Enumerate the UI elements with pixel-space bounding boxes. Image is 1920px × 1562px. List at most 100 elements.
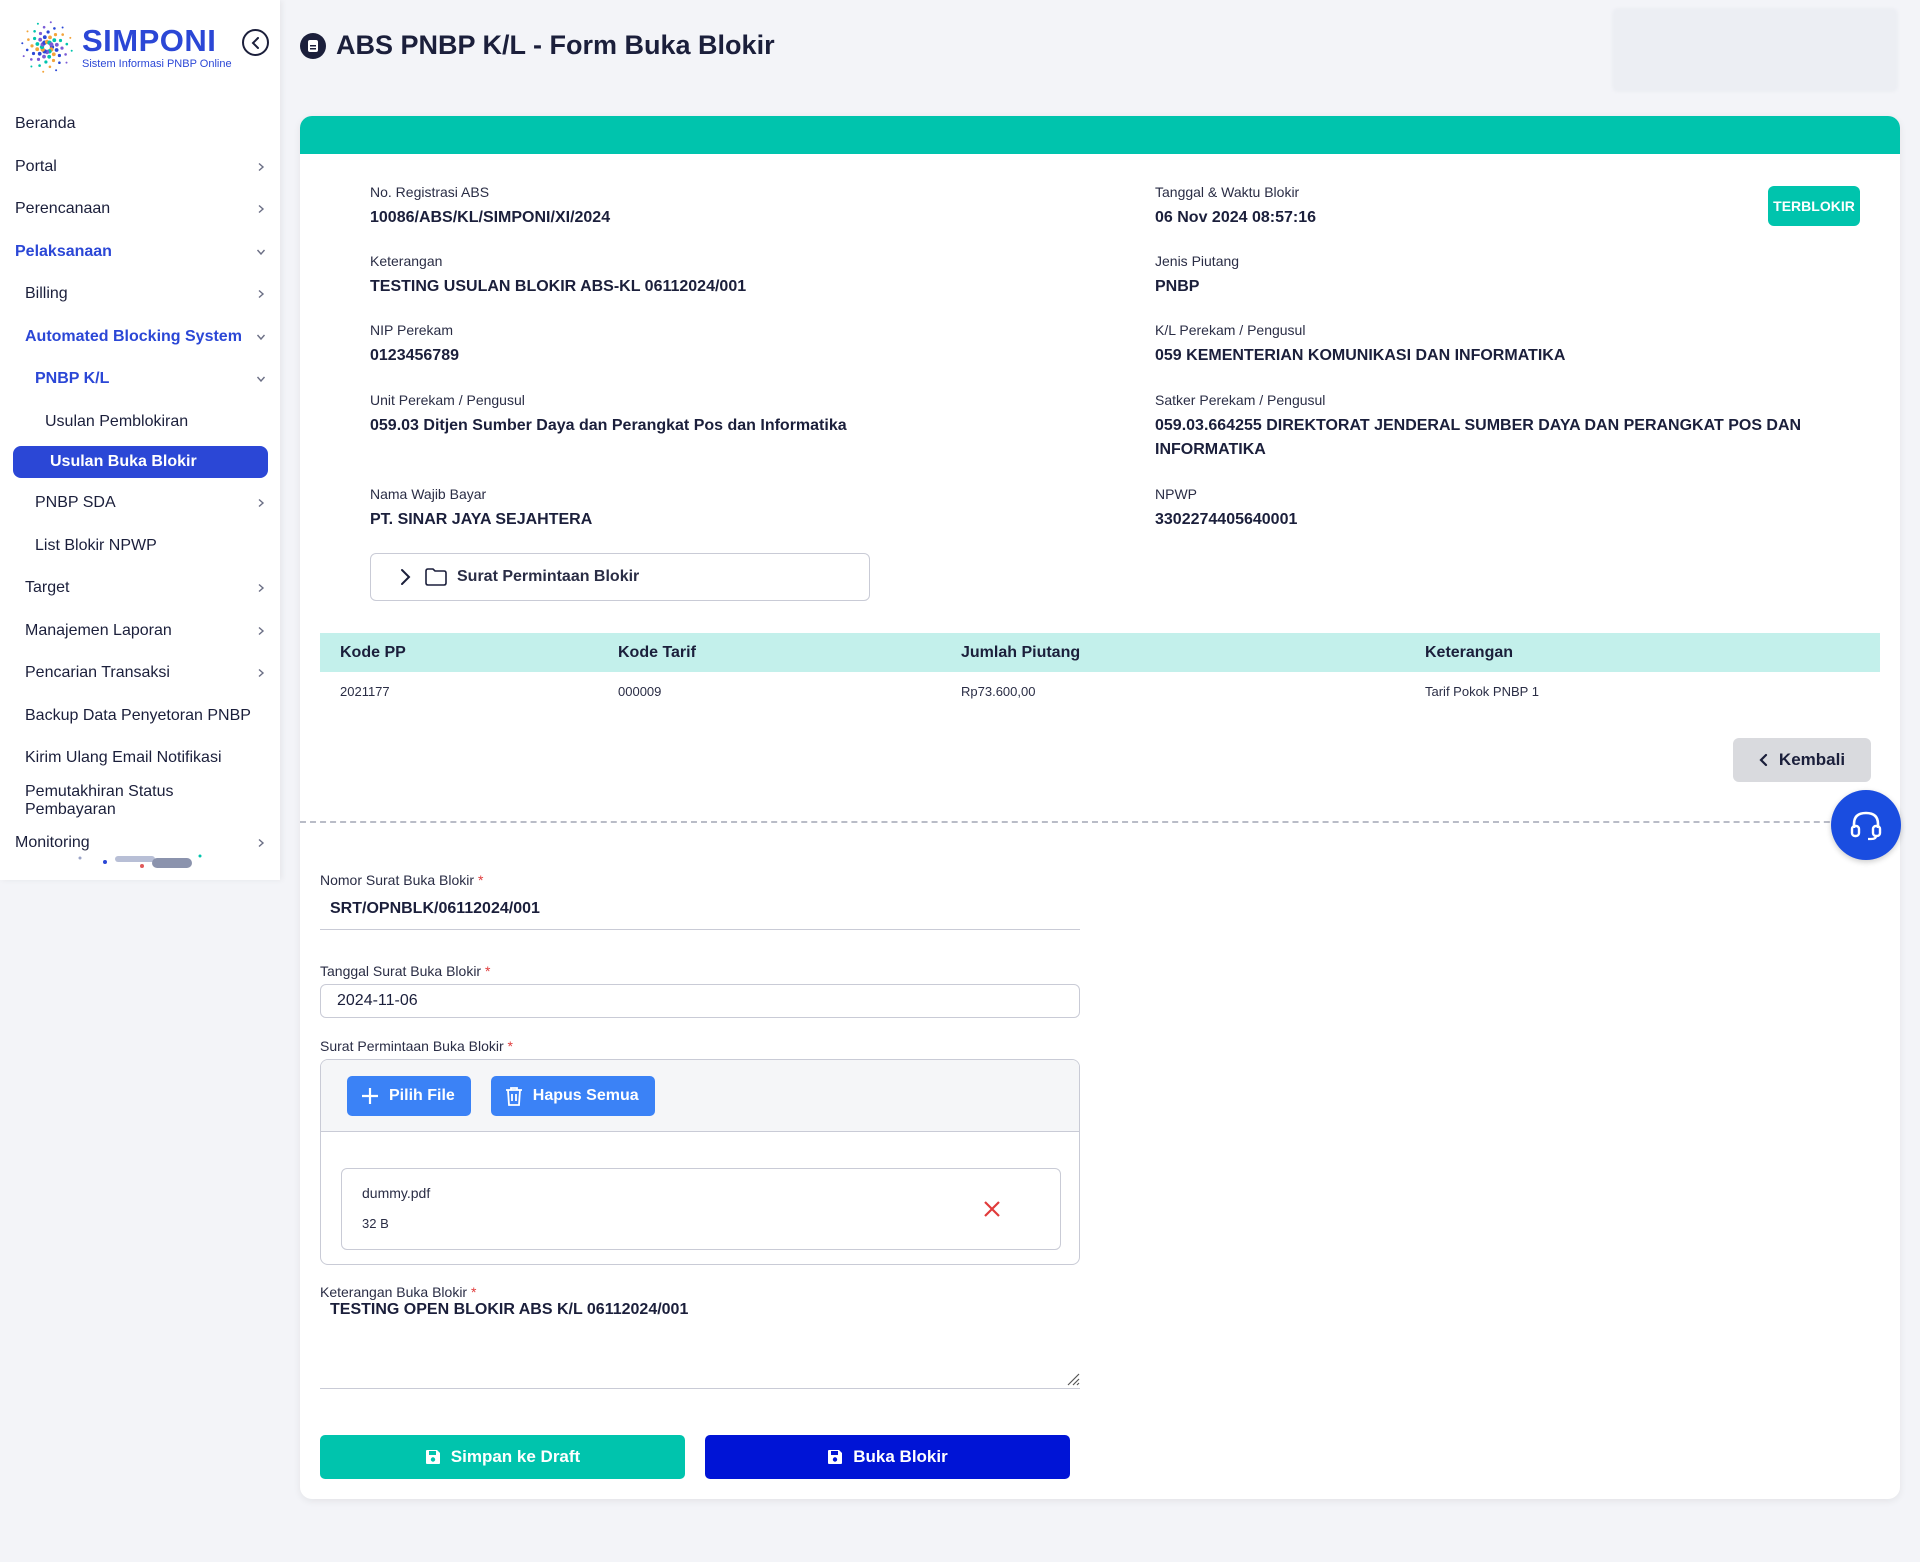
chevron-down-icon	[254, 372, 268, 386]
cell-kode-pp: 2021177	[340, 684, 390, 699]
resize-handle-icon[interactable]	[1064, 1370, 1080, 1386]
field-label: Nama Wajib Bayar	[370, 486, 487, 502]
sidebar-item-label: Automated Blocking System	[25, 327, 242, 345]
field-label: No. Registrasi ABS	[370, 184, 490, 200]
field-value: 059.03.664255 DIREKTORAT JENDERAL SUMBER…	[1155, 417, 1802, 458]
keterangan-buka-textarea[interactable]: TESTING OPEN BLOKIR ABS K/L 06112024/001	[320, 1301, 1080, 1389]
logo-dots-icon	[21, 21, 73, 73]
surat-permintaan-accordion[interactable]: Surat Permintaan Blokir	[370, 553, 870, 601]
file-size: 32 B	[362, 1216, 389, 1231]
label-text: Nomor Surat Buka Blokir	[320, 872, 475, 888]
sidebar-collapse-button[interactable]	[242, 29, 269, 56]
required-mark: *	[470, 1284, 477, 1300]
field-label: Unit Perekam / Pengusul	[370, 392, 525, 408]
col-jumlah-piutang: Jumlah Piutang	[961, 643, 1081, 661]
sidebar-item-pnbp-sda[interactable]: PNBP SDA	[0, 482, 280, 525]
logo-subtitle: Sistem Informasi PNBP Online	[82, 57, 232, 70]
sidebar-item-label: Perencanaan	[15, 200, 111, 218]
sidebar-item-billing[interactable]: Billing	[0, 273, 280, 316]
label-text: Tanggal Surat Buka Blokir	[320, 963, 482, 979]
field-value: TESTING USULAN BLOKIR ABS-KL 06112024/00…	[370, 278, 747, 295]
user-profile-area[interactable]	[1612, 8, 1898, 92]
sidebar-item-label: Pelaksanaan	[15, 242, 112, 260]
sidebar-item-automated-blocking-system[interactable]: Automated Blocking System	[0, 316, 280, 359]
field-value: 059 KEMENTERIAN KOMUNIKASI DAN INFORMATI…	[1155, 347, 1566, 364]
status-badge: TERBLOKIR	[1768, 186, 1860, 226]
sidebar-item-pelaksanaan[interactable]: Pelaksanaan	[0, 231, 280, 274]
sidebar-item-label: Target	[25, 579, 70, 597]
chevron-down-icon	[254, 245, 268, 259]
sidebar-item-perencanaan[interactable]: Perencanaan	[0, 188, 280, 231]
sidebar-item-label: Beranda	[15, 115, 76, 133]
sidebar-item-label: List Blokir NPWP	[35, 536, 157, 554]
required-mark: *	[484, 963, 491, 979]
sidebar-item-usulan-buka-blokir[interactable]: Usulan Buka Blokir	[13, 446, 268, 478]
sidebar-item-target[interactable]: Target	[0, 567, 280, 610]
cell-keterangan: Tarif Pokok PNBP 1	[1425, 684, 1539, 699]
sidebar-item-manajemen-laporan[interactable]: Manajemen Laporan	[0, 610, 280, 653]
nomor-surat-input[interactable]: SRT/OPNBLK/06112024/001	[320, 900, 1080, 930]
chevron-right-icon	[254, 666, 268, 680]
tanggal-surat-input[interactable]: 2024-11-06	[320, 984, 1080, 1018]
field-tanggal-blokir: Tanggal & Waktu Blokir 06 Nov 2024 08:57…	[1155, 184, 1316, 230]
sidebar-item-label: Manajemen Laporan	[25, 621, 172, 639]
save-draft-label: Simpan ke Draft	[450, 1447, 581, 1466]
field-label: Tanggal & Waktu Blokir	[1155, 184, 1300, 200]
sidebar-item-list-blokir-npwp[interactable]: List Blokir NPWP	[0, 525, 280, 568]
chevron-right-icon	[254, 624, 268, 638]
sidebar-item-label: Pencarian Transaksi	[25, 664, 170, 682]
chevron-right-icon	[254, 160, 268, 174]
sidebar-item-portal[interactable]: Portal	[0, 146, 280, 189]
nomor-surat-label: Nomor Surat Buka Blokir *	[320, 872, 483, 888]
field-satker: Satker Perekam / Pengusul 059.03.664255 …	[1155, 392, 1845, 462]
sidebar-item-label: Usulan Buka Blokir	[50, 453, 197, 470]
save-icon	[828, 1450, 843, 1464]
field-label: Keterangan	[370, 253, 443, 269]
sidebar-item-usulan-pemblokiran[interactable]: Usulan Pemblokiran	[0, 401, 280, 444]
pilih-file-label: Pilih File	[389, 1086, 455, 1104]
chevron-right-icon	[254, 581, 268, 595]
chevron-right-icon	[254, 202, 268, 216]
field-value: 059.03 Ditjen Sumber Daya dan Perangkat …	[370, 417, 847, 434]
sidebar-item-backup-data-penyetoran-pnbp[interactable]: Backup Data Penyetoran PNBP	[0, 695, 280, 738]
headset-icon	[1850, 811, 1882, 841]
sidebar-item-pnbp-k-l[interactable]: PNBP K/L	[0, 358, 280, 401]
trash-icon	[505, 1086, 522, 1106]
sidebar-item-beranda[interactable]: Beranda	[0, 103, 280, 146]
field-wajib-bayar: Nama Wajib Bayar PT. SINAR JAYA SEJAHTER…	[370, 486, 592, 532]
sidebar-item-kirim-ulang-email-notifikasi[interactable]: Kirim Ulang Email Notifikasi	[0, 737, 280, 780]
remove-file-icon[interactable]	[982, 1199, 1002, 1219]
chevron-left-icon	[251, 36, 259, 49]
help-button[interactable]	[1831, 790, 1901, 860]
sidebar-item-pemutakhiran-status-pembayaran[interactable]: Pemutakhiran Status Pembayaran	[0, 780, 280, 823]
page-header: ABS PNBP K/L - Form Buka Blokir	[300, 30, 775, 61]
back-button[interactable]: Kembali	[1733, 738, 1871, 782]
field-keterangan: Keterangan TESTING USULAN BLOKIR ABS-KL …	[370, 253, 746, 299]
save-draft-button[interactable]: Simpan ke Draft	[320, 1435, 685, 1479]
field-value: PT. SINAR JAYA SEJAHTERA	[370, 511, 593, 528]
sidebar-item-label: Kirim Ulang Email Notifikasi	[25, 749, 222, 767]
simponi-logo[interactable]: SIMPONI Sistem Informasi PNBP Online	[18, 18, 232, 76]
field-nip: NIP Perekam 0123456789	[370, 322, 459, 368]
page-title: ABS PNBP K/L - Form Buka Blokir	[336, 30, 775, 60]
pilih-file-button[interactable]: Pilih File	[347, 1075, 471, 1116]
buka-blokir-button[interactable]: Buka Blokir	[705, 1435, 1070, 1479]
chevron-right-icon	[254, 287, 268, 301]
chevron-left-icon	[1759, 753, 1768, 767]
sidebar-item-pencarian-transaksi[interactable]: Pencarian Transaksi	[0, 652, 280, 695]
piutang-table: Kode PP Kode Tarif Jumlah Piutang Ketera…	[320, 633, 1880, 711]
field-value: 0123456789	[370, 347, 459, 364]
sidebar-item-label: PNBP K/L	[35, 370, 110, 388]
save-icon	[425, 1450, 440, 1464]
col-keterangan: Keterangan	[1425, 643, 1514, 661]
col-kode-pp: Kode PP	[340, 643, 406, 661]
hapus-semua-button[interactable]: Hapus Semua	[490, 1075, 655, 1116]
logo-title: SIMPONI	[82, 22, 217, 58]
sidebar-item-label: PNBP SDA	[35, 494, 116, 512]
hapus-semua-label: Hapus Semua	[532, 1086, 639, 1104]
field-label: Satker Perekam / Pengusul	[1155, 392, 1326, 408]
field-value: PNBP	[1155, 278, 1200, 295]
cell-kode-tarif: 000009	[618, 684, 662, 699]
textarea-value: TESTING OPEN BLOKIR ABS K/L 06112024/001	[330, 1301, 689, 1318]
cell-jumlah-piutang: Rp73.600,00	[961, 684, 1036, 699]
